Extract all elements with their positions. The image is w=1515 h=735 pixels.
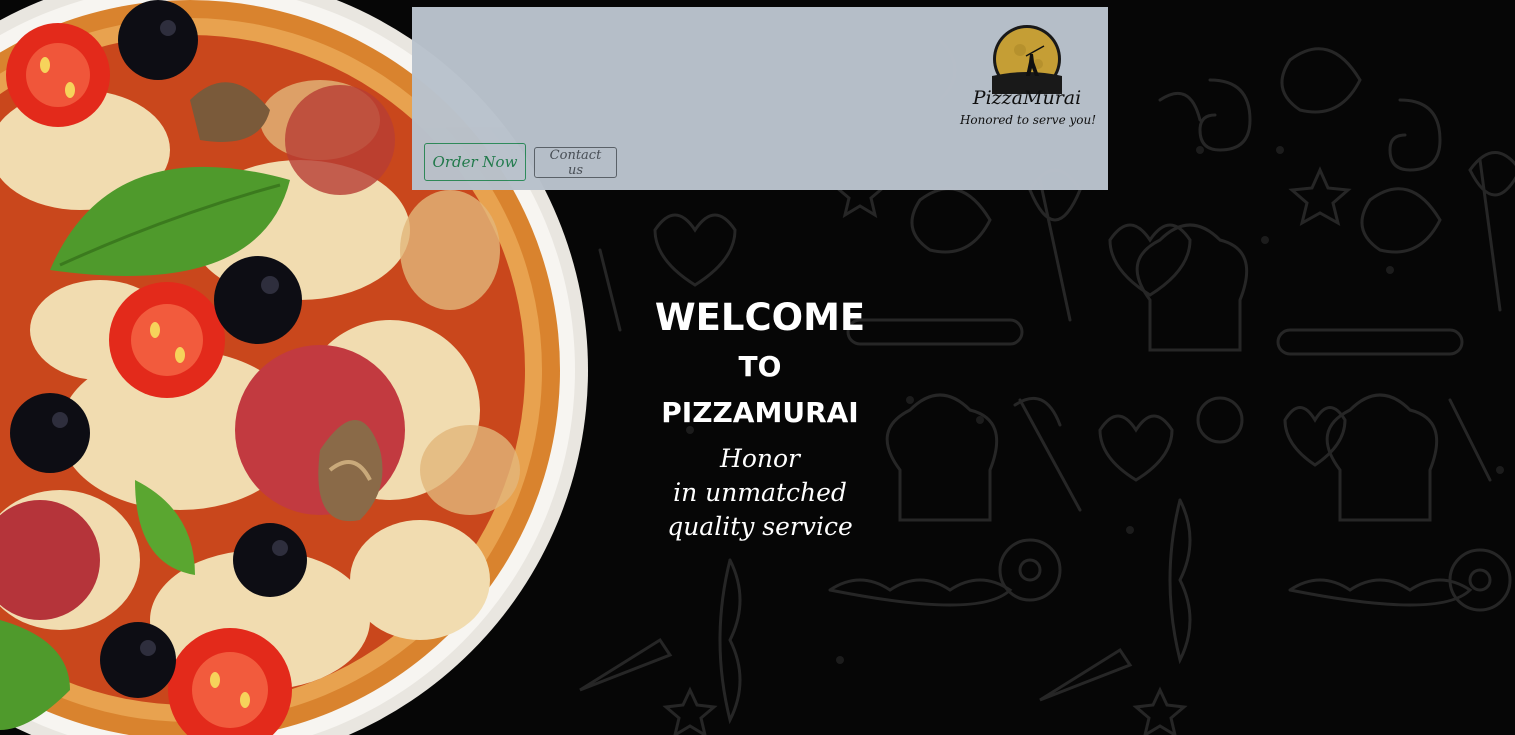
hero-line-brand: PIZZAMURAI — [661, 396, 859, 429]
brand-name: PizzaMurai — [972, 87, 1082, 109]
header-panel: Order Now Contact us PizzaMurai Honored … — [412, 7, 1108, 190]
hero-tagline-line: quality service — [667, 512, 853, 541]
moon-samurai-logo-icon[interactable] — [992, 24, 1062, 94]
hero-tagline-line: in unmatched — [673, 478, 847, 507]
hero-tagline: Honor in unmatched quality service — [610, 442, 910, 544]
brand-tagline: Honored to serve you! — [959, 113, 1097, 127]
hero-line-to: TO — [738, 350, 782, 383]
contact-us-button[interactable]: Contact us — [534, 147, 617, 178]
landing-page: Order Now Contact us PizzaMurai Honored … — [0, 0, 1515, 735]
hero-welcome: WELCOME TO PIZZAMURAI Honor in unmatched… — [610, 292, 910, 544]
hero-tagline-line: Honor — [720, 444, 800, 473]
order-now-button[interactable]: Order Now — [424, 143, 526, 181]
hero-line-welcome: WELCOME — [654, 296, 866, 339]
